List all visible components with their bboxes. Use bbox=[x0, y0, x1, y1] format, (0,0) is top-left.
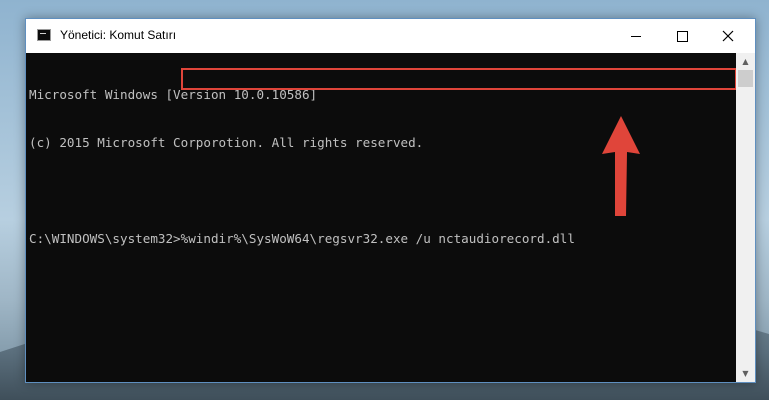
close-icon bbox=[722, 30, 734, 42]
cmd-icon bbox=[37, 29, 51, 41]
minimize-button[interactable] bbox=[613, 19, 659, 53]
command-prompt-window: Yönetici: Komut Satırı Microsoft Windows… bbox=[25, 18, 756, 383]
scrollbar-thumb[interactable] bbox=[738, 70, 753, 87]
command-line: C:\WINDOWS\system32>%windir%\SysWoW64\re… bbox=[29, 231, 736, 247]
scroll-down-button[interactable]: ▼ bbox=[736, 365, 755, 382]
scroll-up-button[interactable]: ▲ bbox=[736, 53, 755, 70]
window-title: Yönetici: Komut Satırı bbox=[60, 28, 176, 42]
vertical-scrollbar[interactable]: ▲ ▼ bbox=[736, 53, 755, 382]
maximize-icon bbox=[677, 31, 688, 42]
close-button[interactable] bbox=[705, 19, 751, 53]
red-arrow-icon bbox=[598, 114, 644, 220]
command-highlight-box bbox=[181, 68, 737, 90]
title-bar[interactable]: Yönetici: Komut Satırı bbox=[26, 19, 755, 53]
maximize-button[interactable] bbox=[659, 19, 705, 53]
minimize-icon bbox=[631, 36, 641, 37]
